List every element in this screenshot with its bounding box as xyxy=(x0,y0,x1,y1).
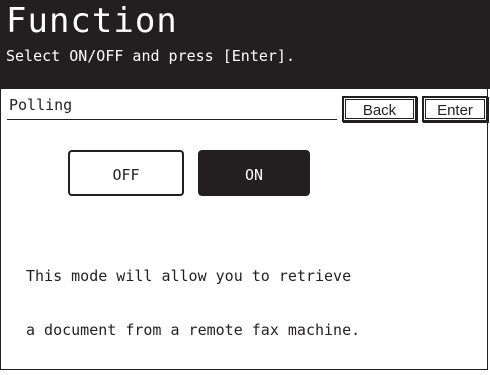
off-button[interactable]: OFF xyxy=(68,150,184,196)
back-button[interactable]: Back xyxy=(342,96,417,122)
description-line-2: a document from a remote fax machine. xyxy=(26,321,361,339)
on-button[interactable]: ON xyxy=(198,150,310,196)
description-line-1: This mode will allow you to retrieve xyxy=(26,267,352,285)
screen-title: Function xyxy=(6,1,178,41)
content-panel: Polling Back Enter OFF ON This mode will… xyxy=(0,89,488,370)
mode-description: This mode will allow you to retrieve a d… xyxy=(26,231,360,375)
section-divider xyxy=(7,119,337,120)
section-title: Polling xyxy=(9,96,73,114)
instruction-text: Select ON/OFF and press [Enter]. xyxy=(6,47,295,65)
enter-button[interactable]: Enter xyxy=(422,96,488,122)
header-bar: Function Select ON/OFF and press [Enter]… xyxy=(0,0,490,89)
